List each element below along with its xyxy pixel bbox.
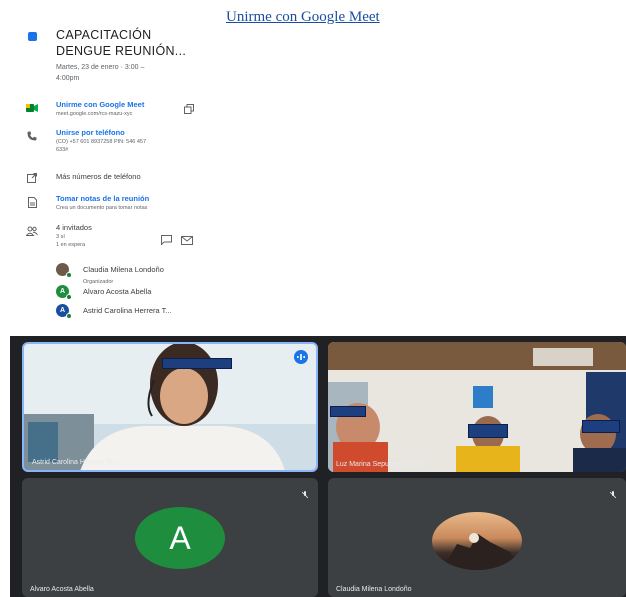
- guest-item[interactable]: A Alvaro Acosta Abella: [56, 284, 152, 300]
- notes-label[interactable]: Tomar notas de la reunión: [56, 194, 206, 204]
- guest-item[interactable]: A Astrid Carolina Herrera T...: [56, 303, 172, 319]
- participant-tile[interactable]: Luz Marina Sepulveda Marín: [328, 342, 626, 472]
- mic-off-icon: [609, 486, 617, 504]
- meet-video-grid: Astrid Carolina Herrera Tr... Luz Marina…: [10, 336, 626, 597]
- guest-item[interactable]: Claudia Milena Londoño: [56, 262, 164, 278]
- event-details-panel: CAPACITACIÓN DENGUE REUNIÓN... Martes, 2…: [0, 0, 212, 330]
- participant-name: Alvaro Acosta Abella: [30, 586, 94, 593]
- participant-video: [328, 342, 626, 472]
- open-external-icon: [26, 172, 38, 184]
- join-meet-link[interactable]: Unirme con Google Meet: [226, 9, 380, 26]
- participant-name: Claudia Milena Londoño: [336, 586, 412, 593]
- participant-tile[interactable]: Claudia Milena Londoño: [328, 478, 626, 597]
- speaking-indicator-icon: [294, 350, 308, 364]
- guest-name: Alvaro Acosta Abella: [83, 286, 152, 296]
- avatar: A: [56, 284, 72, 300]
- document-icon: [26, 196, 38, 208]
- guest-name: Claudia Milena Londoño: [83, 264, 164, 274]
- event-date: Martes, 23 de enero · 3:00 – 4:00pm: [56, 64, 145, 82]
- copy-icon[interactable]: [184, 101, 194, 119]
- redaction-bar: [582, 420, 620, 433]
- avatar: [432, 512, 522, 570]
- avatar: A: [56, 303, 72, 319]
- mic-off-icon: [301, 486, 309, 504]
- calendar-color-icon: [26, 30, 38, 42]
- more-numbers-label[interactable]: Más números de teléfono: [56, 172, 206, 182]
- guest-name: Astrid Carolina Herrera T...: [83, 305, 172, 315]
- phone-label[interactable]: Unirse por teléfono: [56, 128, 206, 138]
- phone-number: (CO) +57 601 8937258 PIN: 546 457: [56, 139, 147, 145]
- event-title-line2: DENGUE REUNIÓN...: [56, 44, 187, 58]
- phone-icon: [26, 130, 38, 142]
- notes-sub: Crea un documento para tomar notas: [56, 205, 148, 211]
- participant-name: Luz Marina Sepulveda Marín: [336, 461, 426, 468]
- chat-icon[interactable]: [161, 232, 172, 250]
- avatar: A: [135, 507, 225, 569]
- redaction-bar: [468, 424, 508, 438]
- people-icon: [26, 225, 38, 237]
- participant-name: Astrid Carolina Herrera Tr...: [32, 459, 118, 466]
- google-meet-icon: [26, 102, 38, 114]
- avatar: [56, 262, 72, 278]
- event-title-line1: CAPACITACIÓN: [56, 28, 152, 42]
- redaction-bar: [330, 406, 366, 417]
- email-icon[interactable]: [181, 232, 193, 250]
- participant-tile[interactable]: A Alvaro Acosta Abella: [22, 478, 318, 597]
- participant-tile[interactable]: Astrid Carolina Herrera Tr...: [22, 342, 318, 472]
- phone-pin: 633#: [56, 147, 69, 153]
- redaction-bar: [162, 358, 232, 369]
